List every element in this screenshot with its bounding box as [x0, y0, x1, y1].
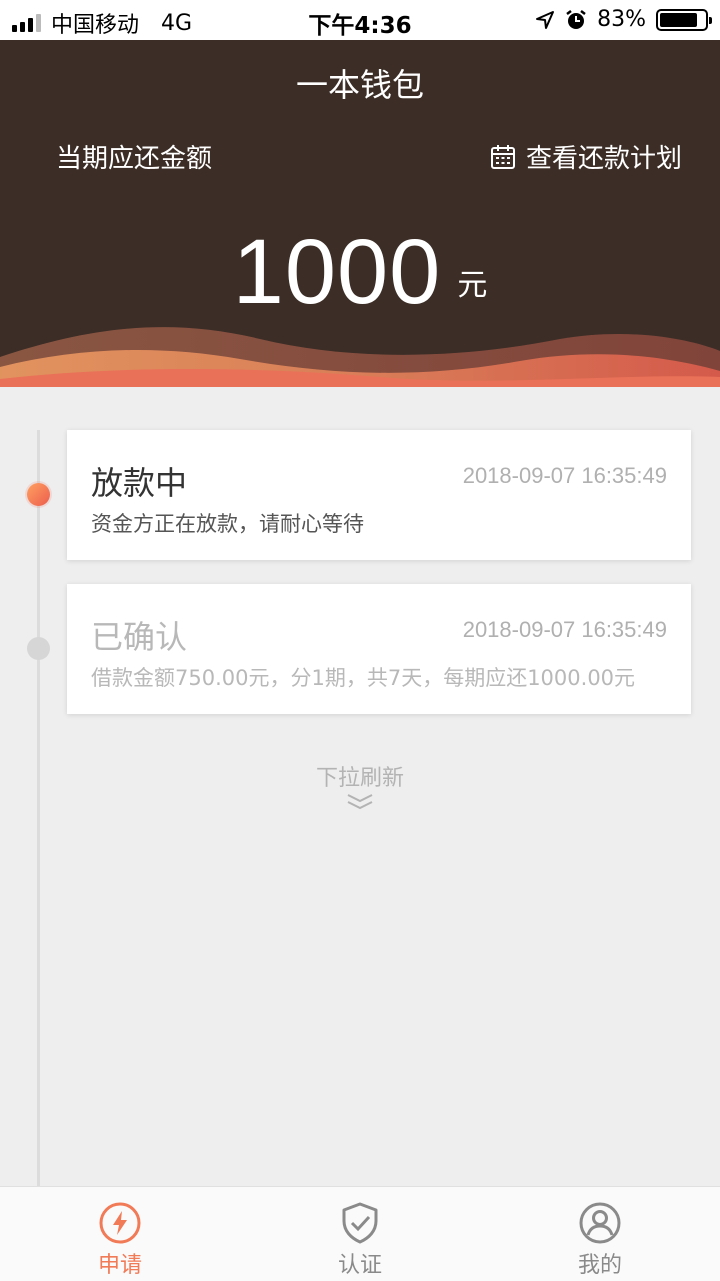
- location-icon: [536, 10, 555, 29]
- bottom-tab-bar: 申请 认证 我的: [0, 1186, 720, 1281]
- amount-row: 1000 元: [0, 220, 720, 325]
- timeline-dot-inactive: [27, 637, 50, 660]
- repayment-plan-label: 查看还款计划: [525, 144, 682, 174]
- tab-label: 申请: [97, 1253, 142, 1278]
- tab-verify[interactable]: 认证: [300, 1187, 420, 1281]
- timeline-card-confirmed: 已确认 2018-09-07 16:35:49 借款金额750.00元，分1期，…: [67, 584, 691, 714]
- due-amount-label: 当期应还金额: [56, 144, 213, 174]
- battery-percent: 83%: [597, 7, 646, 32]
- header-panel: 一本钱包 当期应还金额 查看还款计划 1000 元: [0, 40, 720, 387]
- calendar-icon: [490, 144, 515, 169]
- card-time: 2018-09-07 16:35:49: [462, 617, 667, 642]
- card-title: 已确认: [91, 618, 188, 656]
- card-desc: 资金方正在放款，请耐心等待: [91, 512, 364, 536]
- due-amount-value: 1000: [232, 221, 442, 323]
- card-time: 2018-09-07 16:35:49: [462, 463, 667, 488]
- card-title: 放款中: [91, 464, 188, 502]
- tab-label: 认证: [337, 1253, 382, 1278]
- battery-fill: [660, 12, 697, 27]
- lightning-icon: [99, 1202, 141, 1244]
- timeline-dot-active: [27, 483, 50, 506]
- app-title: 一本钱包: [295, 66, 424, 104]
- shield-check-icon: [342, 1202, 378, 1244]
- tab-apply[interactable]: 申请: [60, 1187, 180, 1281]
- amount-unit: 元: [457, 268, 488, 303]
- double-chevron-down-icon: [347, 794, 373, 810]
- tab-mine[interactable]: 我的: [540, 1187, 660, 1281]
- user-icon: [579, 1202, 621, 1244]
- tab-label: 我的: [577, 1253, 622, 1278]
- timeline-card-disbursing: 放款中 2018-09-07 16:35:49 资金方正在放款，请耐心等待: [67, 430, 691, 560]
- pull-to-refresh-hint: 下拉刷新: [315, 766, 404, 791]
- status-bar: 中国移动 4G 下午4:36 83%: [0, 0, 720, 40]
- card-desc: 借款金额750.00元，分1期，共7天，每期应还1000.00元: [91, 666, 636, 690]
- decorative-wave: [0, 327, 720, 387]
- status-right: 83%: [535, 7, 712, 32]
- timeline-line: [37, 430, 40, 1186]
- battery-icon: [656, 8, 712, 31]
- repayment-plan-link[interactable]: 查看还款计划: [490, 138, 682, 175]
- alarm-icon: [566, 9, 586, 29]
